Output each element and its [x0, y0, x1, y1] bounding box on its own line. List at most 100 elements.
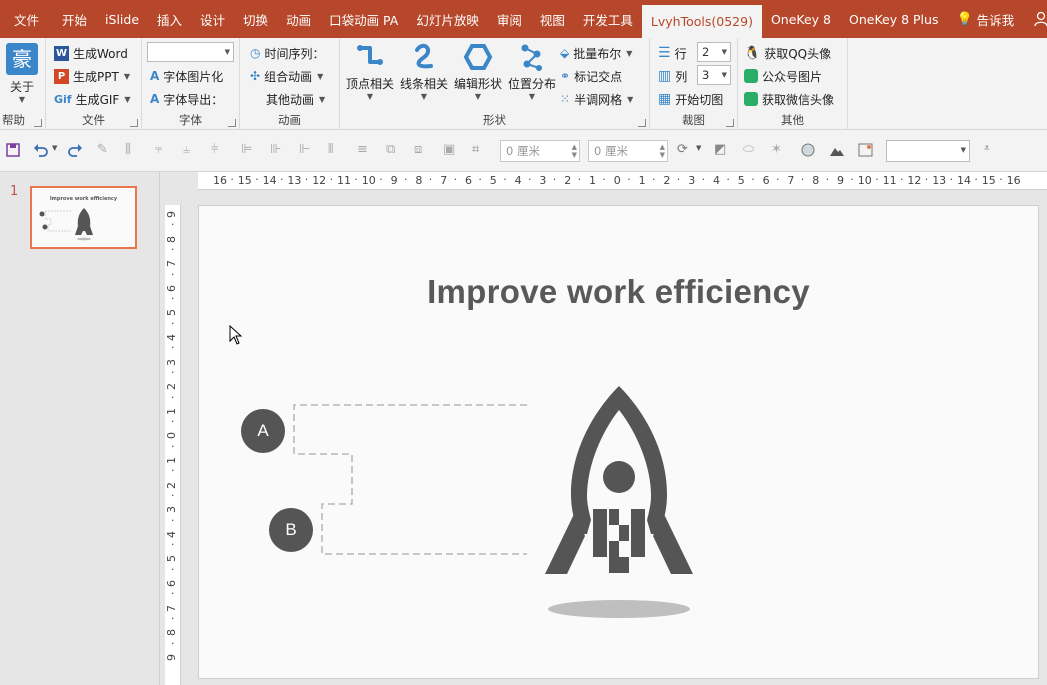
tab-view[interactable]: 视图 — [531, 0, 574, 38]
font-export-button[interactable]: A 字体导出： — [150, 88, 223, 110]
align-center-icon[interactable]: ⊪ — [270, 142, 286, 158]
tab-lvyhtools[interactable]: LvyhTools(0529) — [641, 5, 762, 38]
align-distribute-icon[interactable]: ⫼ — [125, 142, 141, 158]
bring-forward-icon[interactable]: ⧉ — [386, 142, 402, 158]
align-top-icon[interactable]: ⫧ — [155, 142, 171, 158]
rows-dropdown[interactable]: 2 ▼ — [697, 42, 731, 62]
height-spinner[interactable]: 0 厘米 ▲ ▼ — [588, 140, 668, 162]
tab-insert[interactable]: 插入 — [148, 0, 191, 38]
generate-word-button[interactable]: W 生成Word — [54, 42, 128, 64]
halftone-grid-button[interactable]: ⁙ 半调网格 ▼ — [560, 88, 633, 110]
send-backward-icon[interactable]: ⧈ — [414, 142, 430, 158]
edit-shape-button[interactable]: 编辑形状 ▼ — [451, 42, 505, 112]
ruler-tick: · — [171, 267, 175, 281]
start-crop-button[interactable]: ▦ 开始切图 — [658, 88, 723, 110]
tab-transitions[interactable]: 切换 — [234, 0, 277, 38]
ribbon: 豪 关于 ▼ 帮助 W 生成Word P 生成PPT ▼ Gif 生成GIF ▼ 文… — [0, 38, 1047, 130]
rotate-icon[interactable]: ⟳ — [677, 142, 693, 158]
tab-onekey8-plus[interactable]: OneKey 8 Plus — [840, 0, 947, 38]
rocket-icon[interactable] — [539, 384, 699, 624]
generate-gif-button[interactable]: Gif 生成GIF ▼ — [54, 88, 131, 110]
group-font: ▼ A 字体图片化 A 字体导出： 字体 — [142, 38, 240, 130]
save-icon[interactable] — [5, 142, 21, 158]
tab-islide[interactable]: iSlide — [96, 0, 148, 38]
tab-animations[interactable]: 动画 — [277, 0, 320, 38]
group-crop-launcher-icon[interactable] — [726, 119, 734, 127]
vertical-ruler: 9 · 8 · 7 · 6 · 5 · 4 · 3 · 2 · 1 · 0 · 1 · 2 · 3 · 4 · 5 · 6 · 7 · 8 · 9 — [165, 205, 181, 685]
group-file-launcher-icon[interactable] — [130, 119, 138, 127]
rotate-dropdown-icon[interactable]: ▼ — [696, 144, 701, 152]
vertex-related-button[interactable]: 顶点相关 ▼ — [343, 42, 397, 112]
ruler-tick: · — [354, 173, 358, 186]
tab-file[interactable]: 文件 — [0, 0, 53, 38]
get-qq-avatar-button[interactable]: 🐧 获取QQ头像 — [744, 42, 831, 64]
picture-icon[interactable] — [829, 142, 845, 158]
font-to-image-button[interactable]: A 字体图片化 — [150, 65, 223, 87]
ruler-tick: · — [171, 341, 175, 355]
tell-me-search[interactable]: 💡 告诉我 — [947, 0, 1023, 38]
about-button[interactable]: 豪 关于 ▼ — [5, 43, 39, 104]
shape-fill-icon[interactable]: ◩ — [714, 142, 730, 158]
group-font-launcher-icon[interactable] — [228, 119, 236, 127]
batch-boolean-button[interactable]: ⬙ 批量布尔 ▼ — [560, 42, 632, 64]
ruler-tick: · — [255, 173, 259, 186]
slide-canvas[interactable]: Improve work efficiency A B — [198, 205, 1039, 679]
official-account-image-button[interactable]: 公众号图片 — [744, 65, 822, 87]
circle-b[interactable]: B — [269, 508, 313, 552]
tab-developer[interactable]: 开发工具 — [574, 0, 642, 38]
tab-home[interactable]: 开始 — [53, 0, 96, 38]
about-caret-icon: ▼ — [18, 95, 26, 104]
customize-toolbar-icon[interactable]: ⩡ — [984, 143, 990, 154]
ruler-tick: · — [230, 173, 234, 186]
ruler-number: 9 — [837, 174, 844, 187]
ruler-number: 2 — [165, 383, 178, 391]
width-spinner[interactable]: 0 厘米 ▲ ▼ — [500, 140, 580, 162]
tab-onekey8[interactable]: OneKey 8 — [762, 0, 840, 38]
undo-icon[interactable] — [33, 142, 49, 158]
font-dropdown[interactable]: ▼ — [147, 42, 234, 62]
align-middle-icon[interactable]: ⫨ — [183, 142, 199, 158]
star-icon[interactable]: ✶ — [771, 142, 787, 158]
get-wechat-avatar-label: 获取微信头像 — [762, 92, 835, 107]
time-sequence-button[interactable]: ◷ 时间序列： — [250, 42, 325, 64]
ruler-tick: · — [171, 562, 175, 576]
tab-design[interactable]: 设计 — [191, 0, 234, 38]
format-painter-icon[interactable]: ✎ — [97, 142, 113, 158]
style-dropdown[interactable]: ▼ — [886, 140, 970, 162]
ruler-tick: · — [726, 173, 730, 186]
group-help-launcher-icon[interactable] — [34, 119, 42, 127]
ruler-tick: · — [701, 173, 706, 186]
word-icon: W — [54, 45, 69, 61]
redo-icon[interactable] — [67, 142, 83, 158]
ruler-number: 16 — [1006, 174, 1021, 187]
ruler-tick: · — [875, 173, 879, 186]
align-bottom-icon[interactable]: ⫩ — [211, 142, 227, 158]
crop-icon[interactable]: ⌗ — [472, 142, 488, 158]
undo-dropdown-icon[interactable]: ▼ — [52, 144, 57, 152]
combine-animation-button[interactable]: ✣ 组合动画 ▼ — [250, 65, 323, 87]
distribute-v-icon[interactable]: ≡ — [357, 142, 373, 158]
tab-review[interactable]: 审阅 — [488, 0, 531, 38]
align-right-icon[interactable]: ⊩ — [299, 142, 315, 158]
circle-shape-icon[interactable] — [800, 142, 816, 158]
account-icon[interactable] — [1023, 0, 1047, 38]
generate-ppt-button[interactable]: P 生成PPT ▼ — [54, 65, 130, 87]
tab-pocket-animation[interactable]: 口袋动画 PA — [320, 0, 407, 38]
ruler-number: 3 — [165, 358, 178, 366]
shape-outline-icon[interactable]: ⬭ — [743, 142, 759, 158]
group-icon[interactable]: ▣ — [443, 142, 459, 158]
other-animation-button[interactable]: 其他动画 ▼ — [266, 88, 325, 110]
insert-picture-icon[interactable] — [858, 142, 874, 158]
mark-intersection-button[interactable]: ⚭ 标记交点 — [560, 65, 622, 87]
cols-dropdown[interactable]: 3 ▼ — [697, 65, 731, 85]
slide-thumbnail[interactable]: Improve work efficiency — [30, 186, 137, 249]
ruler-number: 4 — [165, 530, 178, 538]
get-wechat-avatar-button[interactable]: 获取微信头像 — [744, 88, 834, 110]
circle-a[interactable]: A — [241, 409, 285, 453]
position-distribution-button[interactable]: 位置分布 ▼ — [505, 42, 559, 112]
line-related-button[interactable]: 线条相关 ▼ — [397, 42, 451, 112]
group-shape-launcher-icon[interactable] — [638, 119, 646, 127]
tab-slideshow[interactable]: 幻灯片放映 — [407, 0, 488, 38]
distribute-h-icon[interactable]: ⫴ — [328, 142, 344, 158]
align-left-icon[interactable]: ⊫ — [241, 142, 257, 158]
